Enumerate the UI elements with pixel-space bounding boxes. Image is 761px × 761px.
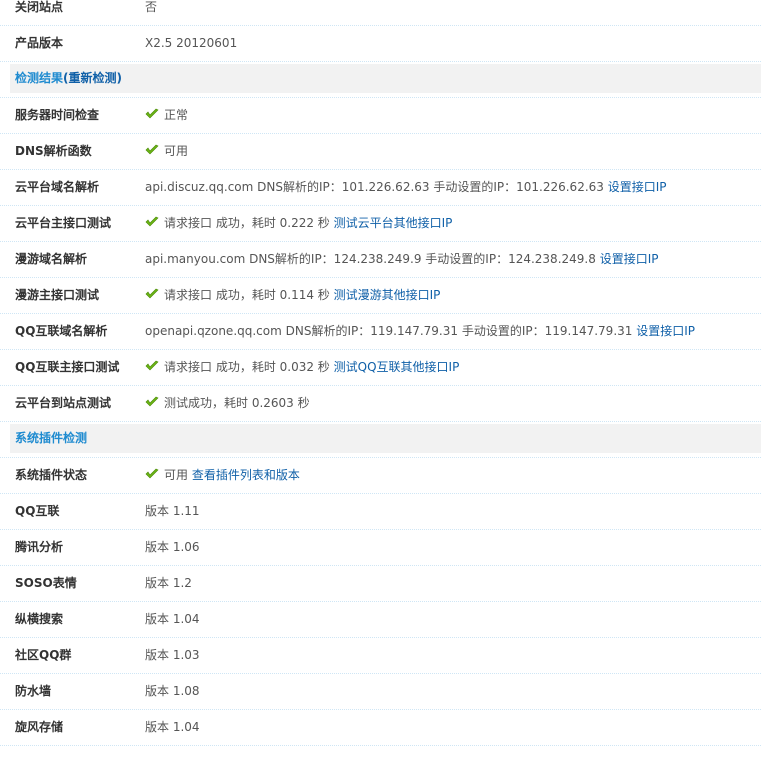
table-row: 社区QQ群 版本 1.03 <box>0 638 761 674</box>
section-header-plugins: 系统插件检测 <box>0 422 761 458</box>
row-text: 测试成功，耗时 0.2603 秒 <box>164 396 310 410</box>
section-header-results: 检测结果(重新检测) <box>0 62 761 98</box>
table-row: 服务器时间检查 正常 <box>0 98 761 134</box>
row-label: 漫游主接口测试 <box>15 288 100 302</box>
row-label: 防水墙 <box>15 684 52 698</box>
row-label: SOSO表情 <box>15 576 77 590</box>
row-value: 版本 1.03 <box>145 638 200 673</box>
row-link[interactable]: 测试漫游其他接口IP <box>334 288 441 302</box>
row-value: openapi.qzone.qq.com DNS解析的IP：119.147.79… <box>145 314 695 349</box>
row-text: 版本 1.04 <box>145 612 200 626</box>
row-link[interactable]: 查看插件列表和版本 <box>192 468 300 482</box>
row-label: 系统插件状态 <box>15 468 88 482</box>
row-text: 版本 1.11 <box>145 504 200 518</box>
row-text: 版本 1.2 <box>145 576 192 590</box>
row-value: 测试成功，耗时 0.2603 秒 <box>145 386 310 421</box>
section-title: 系统插件检测 <box>15 431 88 445</box>
row-value: 版本 1.2 <box>145 566 192 601</box>
row-label: 关闭站点 <box>15 0 64 14</box>
row-value: api.discuz.qq.com DNS解析的IP：101.226.62.63… <box>145 170 667 205</box>
row-value: 版本 1.06 <box>145 530 200 565</box>
row-value: 版本 1.04 <box>145 710 200 745</box>
row-label: 社区QQ群 <box>15 648 72 662</box>
row-product-version: 产品版本 X2.5 20120601 <box>0 26 761 62</box>
table-row: 云平台主接口测试 请求接口 成功，耗时 0.222 秒 测试云平台其他接口IP <box>0 206 761 242</box>
row-text: 版本 1.04 <box>145 720 200 734</box>
check-icon <box>145 207 159 227</box>
row-label: DNS解析函数 <box>15 144 92 158</box>
check-icon <box>145 459 159 479</box>
row-value: 正常 <box>145 98 188 133</box>
table-row: 腾讯分析 版本 1.06 <box>0 530 761 566</box>
row-text: 版本 1.08 <box>145 684 200 698</box>
table-row: 旋风存储 版本 1.04 <box>0 710 761 746</box>
row-text: openapi.qzone.qq.com DNS解析的IP：119.147.79… <box>145 324 633 338</box>
table-row: DNS解析函数 可用 <box>0 134 761 170</box>
row-link[interactable]: 测试QQ互联其他接口IP <box>334 360 460 374</box>
table-row: SOSO表情 版本 1.2 <box>0 566 761 602</box>
table-row: 漫游主接口测试 请求接口 成功，耗时 0.114 秒 测试漫游其他接口IP <box>0 278 761 314</box>
row-value: 可用 查看插件列表和版本 <box>145 458 300 493</box>
row-link[interactable]: 设置接口IP <box>636 324 695 338</box>
row-value: 否 <box>145 0 158 14</box>
table-row: 云平台域名解析 api.discuz.qq.com DNS解析的IP：101.22… <box>0 170 761 206</box>
row-value: X2.5 20120601 <box>145 36 238 50</box>
row-label: 旋风存储 <box>15 720 64 734</box>
row-text: 请求接口 成功，耗时 0.032 秒 <box>164 360 330 374</box>
table-row: QQ互联域名解析 openapi.qzone.qq.com DNS解析的IP：11… <box>0 314 761 350</box>
row-text: api.manyou.com DNS解析的IP：124.238.249.9 手动… <box>145 252 596 266</box>
recheck-link[interactable]: (重新检测) <box>63 71 122 85</box>
row-link[interactable]: 设置接口IP <box>608 180 667 194</box>
section-title: 检测结果 <box>15 71 64 85</box>
row-value: 请求接口 成功，耗时 0.222 秒 测试云平台其他接口IP <box>145 206 452 241</box>
row-text: 请求接口 成功，耗时 0.222 秒 <box>164 216 330 230</box>
row-value: 版本 1.08 <box>145 674 200 709</box>
check-icon <box>145 99 159 119</box>
check-icon <box>145 351 159 371</box>
row-label: QQ互联域名解析 <box>15 324 108 338</box>
row-value: 可用 <box>145 134 188 169</box>
row-label: QQ互联 <box>15 504 60 518</box>
table-row: 云平台到站点测试 测试成功，耗时 0.2603 秒 <box>0 386 761 422</box>
row-label: 产品版本 <box>15 36 64 50</box>
row-label: 腾讯分析 <box>15 540 64 554</box>
row-value: 版本 1.04 <box>145 602 200 637</box>
row-label: 云平台到站点测试 <box>15 396 112 410</box>
row-close-site: 关闭站点 否 <box>0 0 761 26</box>
table-row: QQ互联主接口测试 请求接口 成功，耗时 0.032 秒 测试QQ互联其他接口IP <box>0 350 761 386</box>
row-text: 版本 1.03 <box>145 648 200 662</box>
row-text: 可用 <box>164 468 189 482</box>
row-value: 版本 1.11 <box>145 494 200 529</box>
row-value: api.manyou.com DNS解析的IP：124.238.249.9 手动… <box>145 242 658 277</box>
table-row: 纵横搜索 版本 1.04 <box>0 602 761 638</box>
table-row: 漫游域名解析 api.manyou.com DNS解析的IP：124.238.24… <box>0 242 761 278</box>
row-value: 请求接口 成功，耗时 0.114 秒 测试漫游其他接口IP <box>145 278 440 313</box>
row-label: 云平台主接口测试 <box>15 216 112 230</box>
row-value: 请求接口 成功，耗时 0.032 秒 测试QQ互联其他接口IP <box>145 350 459 385</box>
check-icon <box>145 279 159 299</box>
row-label: 服务器时间检查 <box>15 108 100 122</box>
row-label: 云平台域名解析 <box>15 180 100 194</box>
table-row: QQ互联 版本 1.11 <box>0 494 761 530</box>
cloud-diagnostics-table: 关闭站点 否 产品版本 X2.5 20120601 检测结果(重新检测) 服务器… <box>0 0 761 746</box>
row-label: 纵横搜索 <box>15 612 64 626</box>
check-icon <box>145 135 159 155</box>
row-link[interactable]: 设置接口IP <box>600 252 659 266</box>
row-text: 可用 <box>164 144 189 158</box>
row-text: 正常 <box>164 108 189 122</box>
check-icon <box>145 387 159 407</box>
table-row: 系统插件状态 可用 查看插件列表和版本 <box>0 458 761 494</box>
row-label: QQ互联主接口测试 <box>15 360 120 374</box>
row-text: api.discuz.qq.com DNS解析的IP：101.226.62.63… <box>145 180 604 194</box>
row-link[interactable]: 测试云平台其他接口IP <box>334 216 453 230</box>
row-text: 版本 1.06 <box>145 540 200 554</box>
row-text: 请求接口 成功，耗时 0.114 秒 <box>164 288 330 302</box>
table-row: 防水墙 版本 1.08 <box>0 674 761 710</box>
row-label: 漫游域名解析 <box>15 252 88 266</box>
